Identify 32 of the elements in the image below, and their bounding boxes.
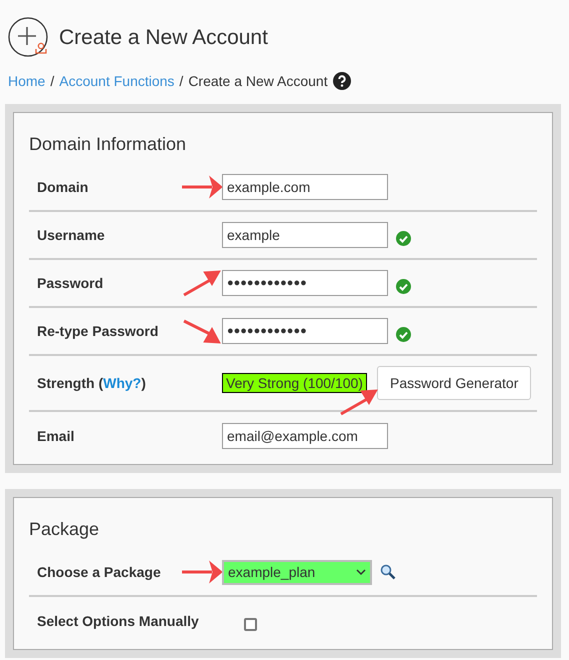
caret-icon: [356, 568, 366, 576]
breadcrumb-separator: /: [179, 72, 184, 90]
search-icon: [380, 564, 396, 580]
field-label: Re-type Password: [37, 322, 160, 341]
add-account-icon: [8, 17, 49, 58]
field-label: Email: [37, 426, 76, 446]
help-icon: [332, 72, 351, 90]
package-dropdown[interactable]: example_plan: [222, 560, 372, 584]
annotation-arrow: [182, 317, 222, 345]
why-link[interactable]: Why?: [103, 374, 142, 390]
password-generator-button[interactable]: Password Generator: [376, 366, 532, 400]
breadcrumb-current: Create a New Account: [188, 72, 328, 90]
annotation-arrow: [182, 175, 222, 199]
annotation-arrow: [182, 560, 222, 584]
field-label: Select Options Manually: [37, 612, 200, 631]
text-field[interactable]: example: [222, 222, 388, 248]
section-heading: Domain Information: [29, 133, 188, 156]
page-title: Create a New Account: [59, 24, 268, 51]
field-label: Username: [37, 226, 106, 244]
field-label: Strength (Why?): [37, 374, 147, 393]
strength-indicator: Very Strong (100/100): [222, 373, 367, 393]
text-field[interactable]: email@example.com: [222, 423, 388, 449]
breadcrumb-separator: /: [50, 72, 54, 90]
password-field[interactable]: ●●●●●●●●●●●●: [222, 318, 388, 344]
annotation-arrow: [182, 269, 222, 297]
checkbox[interactable]: [244, 618, 257, 630]
password-field[interactable]: ●●●●●●●●●●●●: [222, 270, 388, 296]
field-label: Password: [37, 274, 104, 292]
field-label: Choose a Package: [37, 562, 162, 582]
section-heading: Package: [29, 518, 100, 541]
text-field[interactable]: example.com: [222, 174, 388, 200]
field-label: Domain: [37, 178, 90, 196]
